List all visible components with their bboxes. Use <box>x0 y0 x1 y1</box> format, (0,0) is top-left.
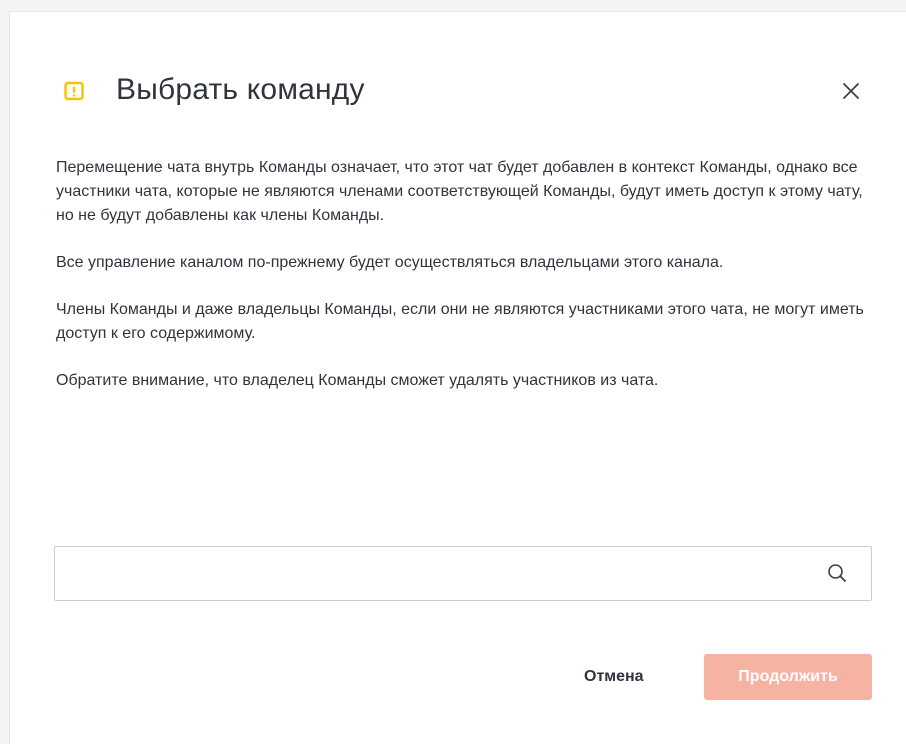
description-paragraph: Перемещение чата внутрь Команды означает… <box>56 159 863 224</box>
page-background: Выбрать команду Перемещение чата внутрь … <box>0 0 906 744</box>
modal-footer: Отмена Продолжить <box>10 652 906 704</box>
description-paragraph: Все управление каналом по-прежнему будет… <box>56 254 724 271</box>
modal-title: Выбрать команду <box>116 73 365 106</box>
cancel-button[interactable]: Отмена <box>570 654 658 700</box>
search-icon[interactable] <box>825 561 849 585</box>
description-paragraph: Члены Команды и даже владельцы Команды, … <box>56 301 864 342</box>
description-paragraph: Обратите внимание, что владелец Команды … <box>56 372 659 389</box>
team-search-field <box>54 546 872 601</box>
modal-header: Выбрать команду <box>10 12 906 152</box>
close-button[interactable] <box>836 76 866 106</box>
modal-description: Перемещение чата внутрь Команды означает… <box>56 156 876 416</box>
select-team-modal: Выбрать команду Перемещение чата внутрь … <box>9 11 906 744</box>
close-icon <box>843 83 859 99</box>
warning-icon <box>62 79 86 103</box>
continue-button[interactable]: Продолжить <box>704 654 872 700</box>
team-search-input[interactable] <box>55 547 815 600</box>
